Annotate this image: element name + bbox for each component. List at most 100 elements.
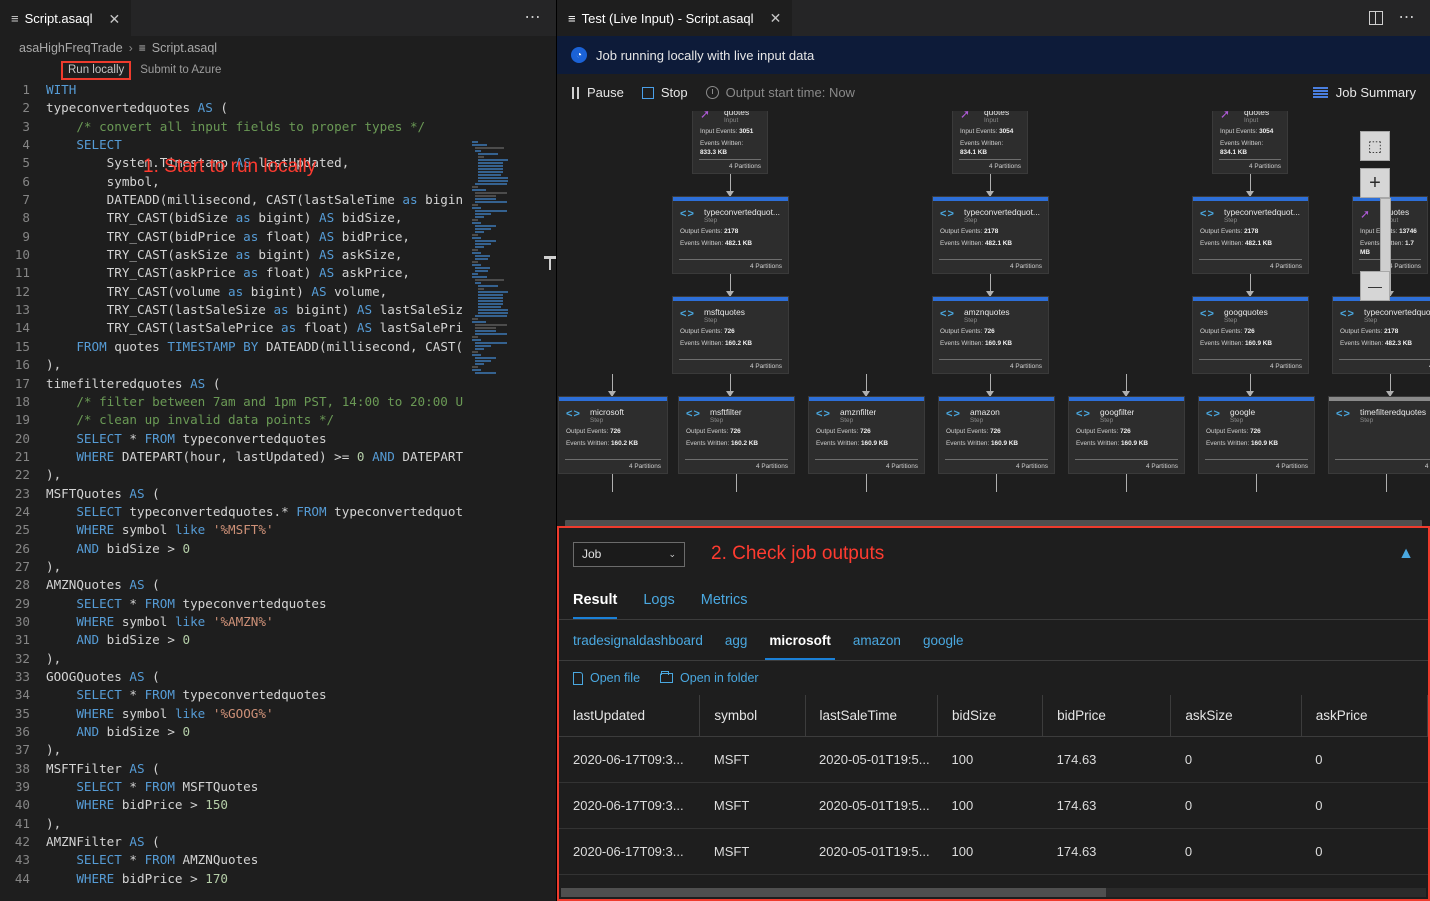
- pause-button[interactable]: Pause: [571, 85, 624, 100]
- table-row[interactable]: 2020-06-17T09:3...MSFT2020-05-01T19:5...…: [559, 783, 1428, 829]
- diagram-node-googfilter[interactable]: < >googfilterStepOutput Events: 726Event…: [1068, 396, 1185, 474]
- minimap-row: [472, 201, 544, 203]
- node-body: < >typeconvertedquot...StepOutput Events…: [1333, 301, 1430, 348]
- line-text: typeconvertedquotes AS (: [46, 99, 228, 117]
- line-number: 15: [0, 338, 46, 356]
- diagram-node-microsoft[interactable]: < >microsoftStepOutput Events: 726Events…: [558, 396, 668, 474]
- line-text: ),: [46, 558, 61, 576]
- node-title: typeconvertedquot...: [1224, 207, 1300, 217]
- diagram-node-in3[interactable]: ➚quotesInputInput Events: 3054Events Wri…: [1212, 111, 1288, 174]
- minimap-row: [472, 288, 544, 290]
- open-in-folder-button[interactable]: Open in folder: [660, 671, 759, 685]
- submit-to-azure-button[interactable]: Submit to Azure: [140, 64, 221, 76]
- column-header-bidPrice[interactable]: bidPrice: [1043, 695, 1171, 737]
- diagram-node-tc1[interactable]: < >typeconvertedquot...StepOutput Events…: [672, 196, 789, 274]
- minimap-row: [472, 219, 544, 221]
- collapse-panel-button[interactable]: ▲: [1398, 545, 1414, 563]
- diagram-node-in1[interactable]: ➚quotesInputInput Events: 3051Events Wri…: [692, 111, 768, 174]
- output-tab-tradesignaldashboard[interactable]: tradesignaldashboard: [573, 620, 703, 660]
- tab-logs[interactable]: Logs: [643, 580, 674, 619]
- split-editor-icon[interactable]: [1369, 11, 1383, 25]
- diagram-node-tc4[interactable]: < >typeconvertedquot...StepOutput Events…: [1332, 296, 1430, 374]
- breadcrumb-project[interactable]: asaHighFreqTrade: [19, 41, 123, 55]
- column-header-lastUpdated[interactable]: lastUpdated: [559, 695, 700, 737]
- minimap-row: [472, 354, 544, 356]
- diagram-node-msftfilter[interactable]: < >msftfilterStepOutput Events: 726Event…: [678, 396, 795, 474]
- results-hscrollbar-thumb[interactable]: [561, 888, 1106, 897]
- line-number: 19: [0, 411, 46, 429]
- line-text: /* convert all input fields to proper ty…: [46, 118, 425, 136]
- diagram-node-googq[interactable]: < >googquotesStepOutput Events: 726Event…: [1192, 296, 1309, 374]
- minimap-row: [472, 318, 544, 320]
- tab-metrics[interactable]: Metrics: [701, 580, 748, 619]
- minimap[interactable]: [472, 141, 544, 901]
- tab-script-asaql[interactable]: ≡ Script.asaql ✕: [0, 0, 131, 36]
- open-file-button[interactable]: Open file: [573, 671, 640, 685]
- line-number: 18: [0, 393, 46, 411]
- table-cell: 0: [1301, 783, 1427, 829]
- scope-select[interactable]: Job ⌄: [573, 542, 685, 567]
- close-icon[interactable]: ✕: [109, 12, 121, 26]
- minimap-row: [472, 222, 544, 224]
- minimap-rows: [472, 141, 544, 374]
- diagram-node-amznfilter[interactable]: < >amznfilterStepOutput Events: 726Event…: [808, 396, 925, 474]
- node-body: ➚quotesInputInput Events: 3054Events Wri…: [1213, 111, 1287, 158]
- job-diagram[interactable]: ➚quotesInputInput Events: 3051Events Wri…: [557, 111, 1430, 535]
- diagram-node-tc2[interactable]: < >typeconvertedquot...StepOutput Events…: [932, 196, 1049, 274]
- minimap-row: [472, 246, 544, 248]
- line-number: 12: [0, 283, 46, 301]
- line-text: timefilteredquotes AS (: [46, 375, 220, 393]
- output-tab-google[interactable]: google: [923, 620, 964, 660]
- step-code-icon: < >: [816, 407, 834, 420]
- node-stat: Output Events: 726: [680, 327, 781, 337]
- output-tab-amazon[interactable]: amazon: [853, 620, 901, 660]
- results-hscrollbar-track[interactable]: [561, 888, 1426, 897]
- column-header-askSize[interactable]: askSize: [1171, 695, 1301, 737]
- output-tab-agg[interactable]: agg: [725, 620, 748, 660]
- line-number: 27: [0, 558, 46, 576]
- table-cell: 0: [1171, 783, 1301, 829]
- zoom-slider[interactable]: [1380, 198, 1391, 274]
- diagram-node-timefiltered[interactable]: < >timefilteredquotesStep4 Pa: [1328, 396, 1430, 474]
- close-icon[interactable]: ✕: [770, 10, 782, 27]
- stop-button[interactable]: Stop: [642, 85, 688, 100]
- minimap-row: [472, 285, 544, 287]
- diagram-node-amazon[interactable]: < >amazonStepOutput Events: 726Events Wr…: [938, 396, 1055, 474]
- more-actions-icon[interactable]: ⋯: [1399, 10, 1417, 26]
- column-header-lastSaleTime[interactable]: lastSaleTime: [805, 695, 937, 737]
- line-text: SELECT * FROM typeconvertedquotes: [46, 430, 327, 448]
- zoom-fit-button[interactable]: ⬚: [1360, 131, 1390, 161]
- diagram-node-amznq[interactable]: < >amznquotesStepOutput Events: 726Event…: [932, 296, 1049, 374]
- tab-test-live-input[interactable]: ≡ Test (Live Input) - Script.asaql ✕: [557, 0, 792, 36]
- node-body: < >typeconvertedquot...StepOutput Events…: [1193, 201, 1308, 248]
- output-tab-microsoft[interactable]: microsoft: [769, 620, 831, 660]
- column-header-symbol[interactable]: symbol: [700, 695, 805, 737]
- diagram-node-in2[interactable]: ➚quotesInputInput Events: 3054Events Wri…: [952, 111, 1028, 174]
- node-body: < >timefilteredquotesStep: [1329, 401, 1430, 425]
- output-start-time-button[interactable]: Output start time: Now: [706, 85, 855, 100]
- zoom-in-button[interactable]: +: [1360, 168, 1390, 198]
- code-editor[interactable]: 1WITH2typeconvertedquotes AS (3 /* conve…: [0, 81, 556, 901]
- tab-result[interactable]: Result: [573, 580, 617, 619]
- run-locally-button[interactable]: Run locally: [61, 61, 131, 80]
- minimap-row: [472, 312, 544, 314]
- node-stat: Events Written: 160.2 KB: [686, 439, 787, 449]
- more-actions-icon[interactable]: ⋯: [525, 10, 543, 26]
- job-summary-button[interactable]: Job Summary: [1313, 85, 1416, 100]
- node-title: msftfilter: [710, 407, 742, 417]
- diagram-node-tc3[interactable]: < >typeconvertedquot...StepOutput Events…: [1192, 196, 1309, 274]
- minimap-row: [472, 369, 544, 371]
- script-file-icon: ≡: [11, 11, 19, 26]
- minimap-row: [472, 294, 544, 296]
- column-header-askPrice[interactable]: askPrice: [1301, 695, 1427, 737]
- breadcrumb-file[interactable]: Script.asaql: [152, 41, 217, 55]
- diagram-node-msftq[interactable]: < >msftquotesStepOutput Events: 726Event…: [672, 296, 789, 374]
- table-row[interactable]: 2020-06-17T09:3...MSFT2020-05-01T19:5...…: [559, 737, 1428, 783]
- zoom-out-button[interactable]: —: [1360, 271, 1390, 301]
- node-body: < >amznfilterStepOutput Events: 726Event…: [809, 401, 924, 448]
- line-number: 6: [0, 173, 46, 191]
- table-row[interactable]: 2020-06-17T09:3...MSFT2020-05-01T19:5...…: [559, 829, 1428, 875]
- diagram-node-google[interactable]: < >googleStepOutput Events: 726Events Wr…: [1198, 396, 1315, 474]
- column-header-bidSize[interactable]: bidSize: [938, 695, 1043, 737]
- scrollbar-thumb[interactable]: [549, 256, 551, 270]
